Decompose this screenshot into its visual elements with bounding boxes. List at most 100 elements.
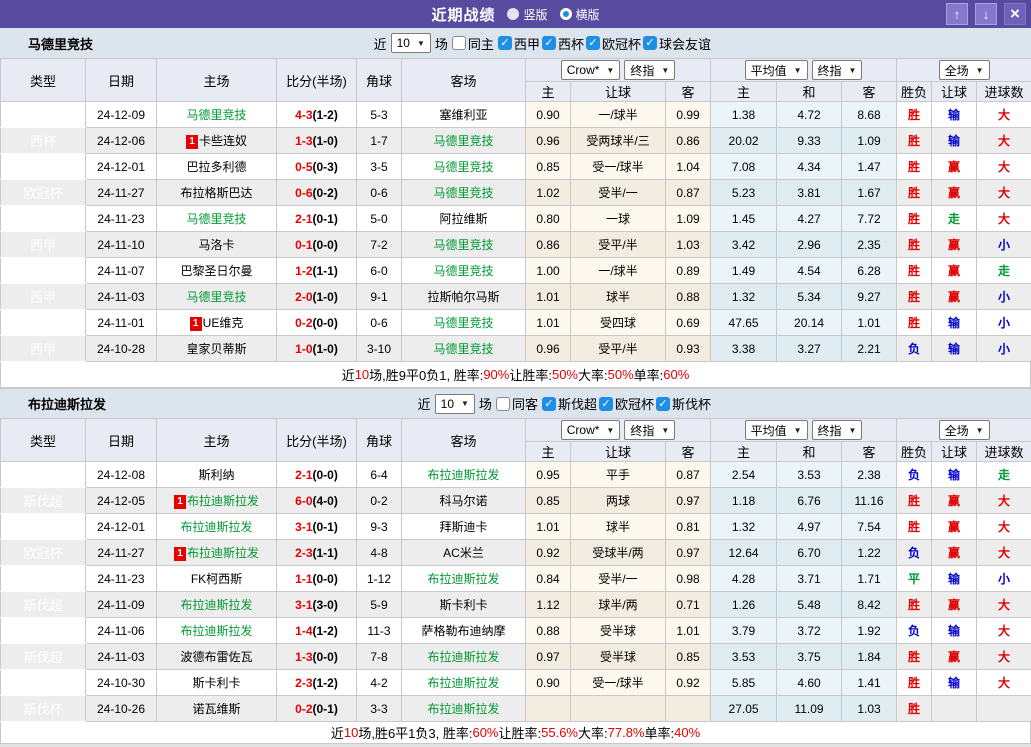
cell-handicap-odds: 0.85	[666, 644, 711, 670]
close-button[interactable]: ×	[1004, 3, 1026, 25]
cell-result: 输	[932, 128, 977, 154]
cell-date: 24-11-10	[86, 232, 157, 258]
move-down-button[interactable]: ↓	[975, 3, 997, 25]
league-checkbox[interactable]: ✓欧冠杯	[586, 34, 641, 53]
europe-source-select[interactable]: 平均值 ▼	[745, 420, 808, 440]
cell-result: 负	[897, 336, 932, 362]
summary-segment: 50%	[608, 367, 634, 382]
col-away: 客场	[402, 59, 526, 102]
cell-handicap-odds: 受半球	[571, 618, 666, 644]
col-away: 客场	[402, 419, 526, 462]
league-checkbox[interactable]: ✓斯伐杯	[656, 394, 711, 413]
score-halftime: (0-0)	[313, 238, 338, 252]
league-badge: 西甲	[1, 232, 86, 258]
scope-value: 全场	[945, 422, 969, 439]
league-checkbox-label: 球会友谊	[659, 34, 711, 53]
same-away-checkbox[interactable]: 同客	[496, 394, 538, 413]
cell-handicap-odds: 1.02	[526, 180, 571, 206]
score-halftime: (1-0)	[313, 134, 338, 148]
cell-result: 大	[977, 540, 1031, 566]
cell-europe-odds: 5.85	[711, 670, 777, 696]
cell-handicap-odds: 1.01	[526, 514, 571, 540]
handicap-source-select[interactable]: Crow* ▼	[561, 420, 621, 440]
score-halftime: (1-1)	[313, 264, 338, 278]
layout-horizontal-label: 横版	[576, 6, 600, 23]
league-checkbox[interactable]: ✓斯伐超	[542, 394, 597, 413]
cell-date: 24-12-01	[86, 154, 157, 180]
cell-handicap-odds: 0.98	[666, 566, 711, 592]
cell-europe-odds: 2.35	[842, 232, 897, 258]
radio-selected-icon	[560, 8, 572, 20]
cell-result: 赢	[932, 232, 977, 258]
cell-handicap-odds: 球半/两	[571, 592, 666, 618]
same-home-checkbox[interactable]: 同主	[452, 34, 494, 53]
cell-result: 赢	[932, 180, 977, 206]
cell-home-team: 巴黎圣日尔曼	[157, 258, 277, 284]
cell-handicap-odds: 一/球半	[571, 258, 666, 284]
europe-time-select[interactable]: 终指 ▼	[812, 60, 863, 80]
league-checkbox[interactable]: ✓球会友谊	[643, 34, 711, 53]
handicap-time-select[interactable]: 终指 ▼	[624, 60, 675, 80]
cell-corner: 3-3	[357, 696, 402, 722]
recent-prefix-label: 近	[374, 34, 387, 53]
col-avg-home: 主	[711, 82, 777, 102]
team-name: 布拉迪斯拉发	[427, 702, 499, 716]
cell-away-team: 布拉迪斯拉发	[402, 670, 526, 696]
team-name: 诺瓦维斯	[192, 702, 240, 716]
cell-handicap-odds: 受平/半	[571, 232, 666, 258]
section2-team-name: 布拉迪斯拉发	[0, 394, 106, 413]
handicap-time-select[interactable]: 终指 ▼	[624, 420, 675, 440]
col-result-handicap: 让球	[932, 442, 977, 462]
cell-handicap-odds: 0.88	[526, 618, 571, 644]
team-name: 巴黎圣日尔曼	[180, 264, 252, 278]
league-checkbox[interactable]: ✓西杯	[542, 34, 584, 53]
score-halftime: (4-0)	[313, 494, 338, 508]
cell-handicap-odds: 0.88	[666, 284, 711, 310]
europe-time-select[interactable]: 终指 ▼	[812, 420, 863, 440]
cell-away-team: 马德里竞技	[402, 154, 526, 180]
cell-europe-odds: 4.97	[777, 514, 842, 540]
cell-handicap-odds	[666, 696, 711, 722]
cell-home-team: 1卡些连奴	[157, 128, 277, 154]
cell-europe-odds: 1.71	[842, 566, 897, 592]
europe-source-select[interactable]: 平均值 ▼	[745, 60, 808, 80]
team-name: 萨格勒布迪纳摩	[421, 624, 505, 638]
cell-corner: 6-4	[357, 462, 402, 488]
recent-count-select[interactable]: 10 ▼	[435, 394, 475, 414]
cell-date: 24-12-06	[86, 128, 157, 154]
recent-suffix-label: 场	[435, 34, 448, 53]
recent-count-select[interactable]: 10 ▼	[391, 33, 431, 53]
league-checkbox[interactable]: ✓欧冠杯	[599, 394, 654, 413]
cell-handicap-odds: 0.99	[666, 102, 711, 128]
league-checkbox-label: 西杯	[558, 34, 584, 53]
scope-select[interactable]: 全场 ▼	[939, 420, 990, 440]
team-name: 卡些连奴	[199, 134, 247, 148]
cell-handicap-odds: 0.81	[666, 514, 711, 540]
table-row: 西甲24-12-01巴拉多利德0-5(0-3)3-5马德里竞技0.85受一/球半…	[1, 154, 1031, 180]
layout-horizontal-radio[interactable]: 横版	[560, 6, 600, 23]
scope-select[interactable]: 全场 ▼	[939, 60, 990, 80]
layout-vertical-radio[interactable]: 竖版	[507, 6, 547, 23]
league-badge: 西杯	[1, 128, 86, 154]
recent-suffix-label: 场	[479, 394, 492, 413]
cell-handicap-odds: 受四球	[571, 310, 666, 336]
move-up-button[interactable]: ↑	[946, 3, 968, 25]
cell-corner: 9-3	[357, 514, 402, 540]
cell-handicap-odds: 0.90	[526, 102, 571, 128]
handicap-source-select[interactable]: Crow* ▼	[561, 60, 621, 80]
cell-score: 1-1(0-0)	[277, 566, 357, 592]
league-badge: 西甲	[1, 154, 86, 180]
cell-date: 24-11-07	[86, 258, 157, 284]
league-checkbox[interactable]: ✓西甲	[498, 34, 540, 53]
cell-europe-odds: 20.14	[777, 310, 842, 336]
cell-away-team: 布拉迪斯拉发	[402, 696, 526, 722]
recent-prefix-label: 近	[418, 394, 431, 413]
cell-result: 胜	[897, 180, 932, 206]
cell-result: 小	[977, 284, 1031, 310]
cell-corner: 0-6	[357, 180, 402, 206]
cell-result: 赢	[932, 540, 977, 566]
chevron-down-icon: ▼	[606, 66, 614, 75]
cell-result: 大	[977, 206, 1031, 232]
table-row: 斯伐超24-11-09布拉迪斯拉发3-1(3-0)5-9斯卡利卡1.12球半/两…	[1, 592, 1031, 618]
cell-result: 走	[932, 206, 977, 232]
